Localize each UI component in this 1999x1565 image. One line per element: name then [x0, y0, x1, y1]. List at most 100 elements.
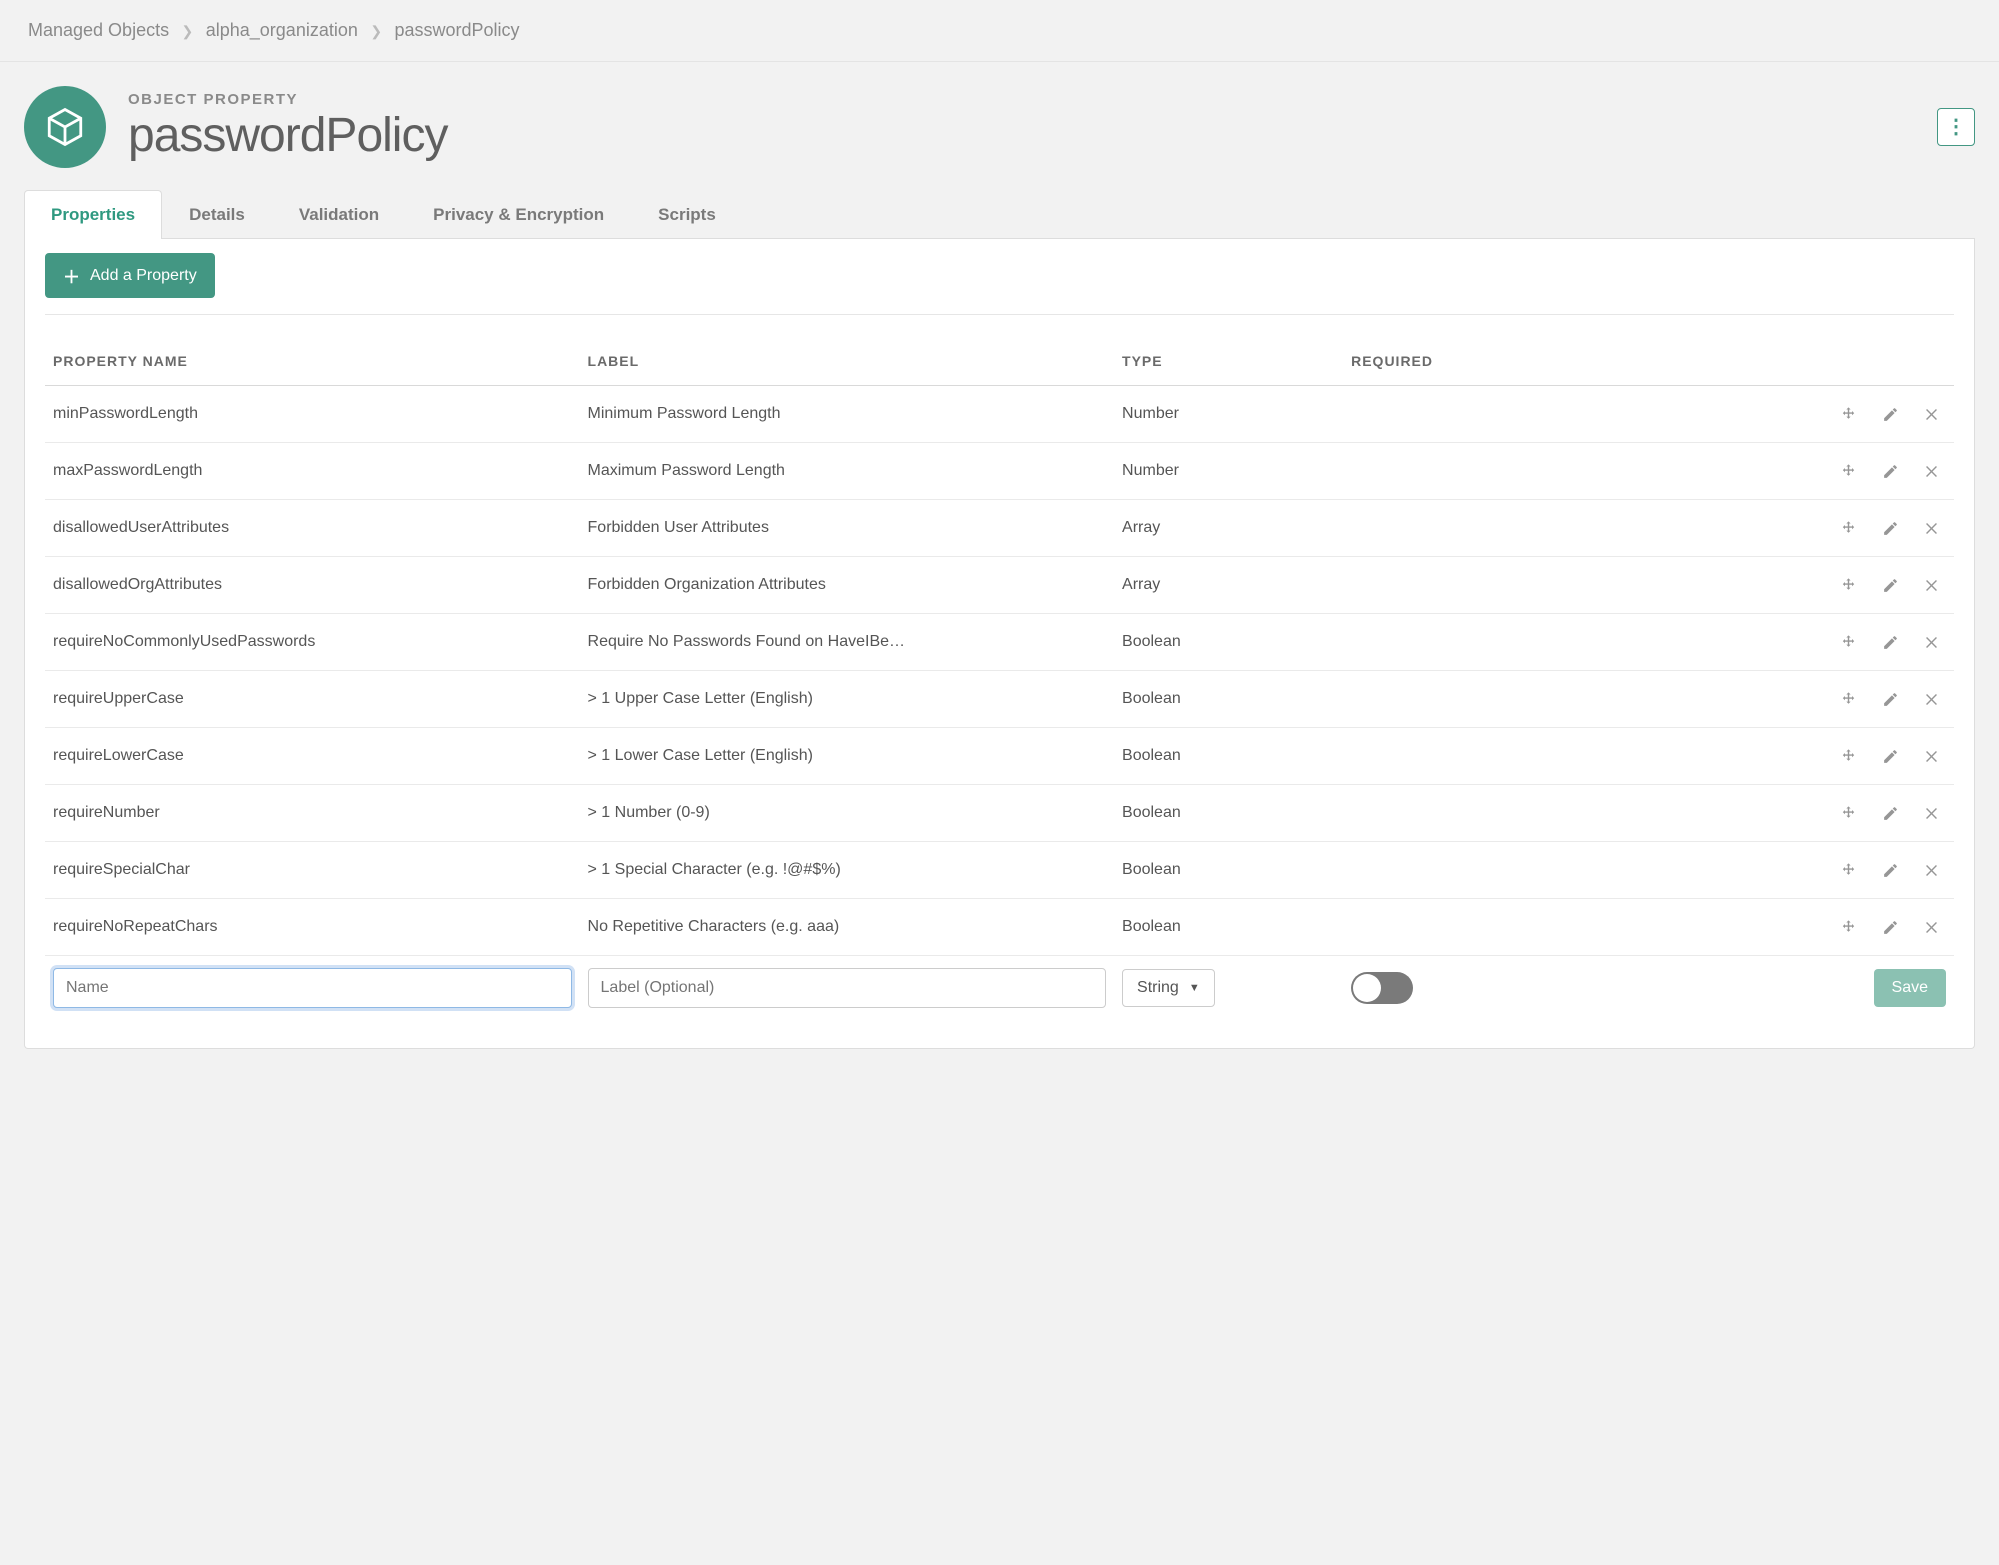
table-row: requireLowerCase> 1 Lower Case Letter (E… [45, 728, 1954, 785]
cell-type: Boolean [1114, 899, 1343, 956]
edit-icon[interactable] [1876, 685, 1904, 713]
cell-type: Boolean [1114, 671, 1343, 728]
delete-icon[interactable] [1918, 628, 1946, 656]
col-header-type: TYPE [1114, 343, 1343, 386]
breadcrumb: Managed Objects ❯ alpha_organization ❯ p… [0, 0, 1999, 62]
table-row: requireNumber> 1 Number (0-9)Boolean [45, 785, 1954, 842]
delete-icon[interactable] [1918, 742, 1946, 770]
cell-label: Maximum Password Length [580, 443, 1115, 500]
edit-icon[interactable] [1876, 628, 1904, 656]
tab-bar: Properties Details Validation Privacy & … [24, 190, 1975, 239]
table-row: disallowedUserAttributesForbidden User A… [45, 500, 1954, 557]
cell-type: Boolean [1114, 614, 1343, 671]
delete-icon[interactable] [1918, 400, 1946, 428]
more-actions-button[interactable]: ⋮ [1937, 108, 1975, 146]
col-header-required: REQUIRED [1343, 343, 1610, 386]
divider [45, 314, 1954, 315]
cell-type: Array [1114, 557, 1343, 614]
name-input[interactable] [53, 968, 572, 1008]
cell-type: Boolean [1114, 728, 1343, 785]
cell-name: requireUpperCase [45, 671, 580, 728]
breadcrumb-link[interactable]: Managed Objects [28, 20, 169, 40]
cell-label: Require No Passwords Found on HaveIBeenP… [580, 614, 1115, 671]
move-icon[interactable] [1834, 799, 1862, 827]
edit-icon[interactable] [1876, 799, 1904, 827]
object-icon [24, 86, 106, 168]
cell-label: > 1 Lower Case Letter (English) [580, 728, 1115, 785]
edit-icon[interactable] [1876, 571, 1904, 599]
tab-validation[interactable]: Validation [272, 190, 406, 239]
cell-name: minPasswordLength [45, 386, 580, 443]
cell-label: Minimum Password Length [580, 386, 1115, 443]
move-icon[interactable] [1834, 856, 1862, 884]
delete-icon[interactable] [1918, 457, 1946, 485]
tab-scripts[interactable]: Scripts [631, 190, 743, 239]
table-row: requireUpperCase> 1 Upper Case Letter (E… [45, 671, 1954, 728]
chevron-right-icon: ❯ [370, 23, 382, 39]
cell-name: requireLowerCase [45, 728, 580, 785]
move-icon[interactable] [1834, 913, 1862, 941]
edit-icon[interactable] [1876, 457, 1904, 485]
edit-icon[interactable] [1876, 400, 1904, 428]
caret-down-icon: ▼ [1189, 982, 1200, 994]
cell-required [1343, 785, 1610, 842]
cell-required [1343, 443, 1610, 500]
add-property-button[interactable]: ＋ Add a Property [45, 253, 215, 298]
properties-table: PROPERTY NAME LABEL TYPE REQUIRED minPas… [45, 343, 1954, 1020]
page-kicker: OBJECT PROPERTY [128, 91, 447, 108]
table-row: minPasswordLengthMinimum Password Length… [45, 386, 1954, 443]
cell-label: No Repetitive Characters (e.g. aaa) [580, 899, 1115, 956]
col-header-name: PROPERTY NAME [45, 343, 580, 386]
cell-type: Number [1114, 443, 1343, 500]
cell-label: > 1 Special Character (e.g. !@#$%) [580, 842, 1115, 899]
breadcrumb-link[interactable]: alpha_organization [206, 20, 358, 40]
cell-required [1343, 842, 1610, 899]
move-icon[interactable] [1834, 400, 1862, 428]
table-row: requireSpecialChar> 1 Special Character … [45, 842, 1954, 899]
table-row: maxPasswordLengthMaximum Password Length… [45, 443, 1954, 500]
cell-type: Boolean [1114, 785, 1343, 842]
label-input[interactable] [588, 968, 1107, 1008]
required-toggle[interactable] [1351, 972, 1413, 1004]
cell-required [1343, 671, 1610, 728]
cell-required [1343, 728, 1610, 785]
move-icon[interactable] [1834, 514, 1862, 542]
table-row: requireNoRepeatCharsNo Repetitive Charac… [45, 899, 1954, 956]
move-icon[interactable] [1834, 571, 1862, 599]
cell-label: > 1 Upper Case Letter (English) [580, 671, 1115, 728]
save-button[interactable]: Save [1874, 969, 1946, 1007]
cell-name: requireNoRepeatChars [45, 899, 580, 956]
table-row: requireNoCommonlyUsedPasswordsRequire No… [45, 614, 1954, 671]
vertical-dots-icon: ⋮ [1946, 117, 1966, 137]
delete-icon[interactable] [1918, 799, 1946, 827]
cell-type: Number [1114, 386, 1343, 443]
cell-label: > 1 Number (0-9) [580, 785, 1115, 842]
delete-icon[interactable] [1918, 514, 1946, 542]
move-icon[interactable] [1834, 742, 1862, 770]
delete-icon[interactable] [1918, 571, 1946, 599]
move-icon[interactable] [1834, 457, 1862, 485]
toggle-knob [1353, 974, 1381, 1002]
cell-name: disallowedOrgAttributes [45, 557, 580, 614]
cell-name: requireNoCommonlyUsedPasswords [45, 614, 580, 671]
edit-icon[interactable] [1876, 514, 1904, 542]
delete-icon[interactable] [1918, 913, 1946, 941]
type-select[interactable]: String ▼ [1122, 969, 1215, 1007]
page-title: passwordPolicy [128, 108, 447, 163]
tab-details[interactable]: Details [162, 190, 272, 239]
move-icon[interactable] [1834, 685, 1862, 713]
edit-icon[interactable] [1876, 856, 1904, 884]
delete-icon[interactable] [1918, 856, 1946, 884]
cell-required [1343, 500, 1610, 557]
chevron-right-icon: ❯ [182, 23, 194, 39]
move-icon[interactable] [1834, 628, 1862, 656]
type-select-value: String [1137, 979, 1179, 997]
breadcrumb-link[interactable]: passwordPolicy [395, 20, 520, 40]
tab-properties[interactable]: Properties [24, 190, 162, 239]
cell-required [1343, 557, 1610, 614]
delete-icon[interactable] [1918, 685, 1946, 713]
tab-privacy-encryption[interactable]: Privacy & Encryption [406, 190, 631, 239]
cell-type: Boolean [1114, 842, 1343, 899]
edit-icon[interactable] [1876, 913, 1904, 941]
edit-icon[interactable] [1876, 742, 1904, 770]
